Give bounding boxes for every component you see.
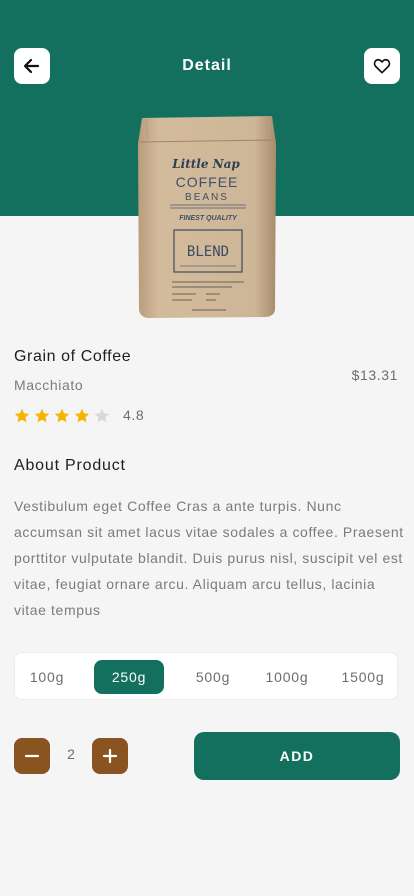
decrease-quantity-button[interactable] xyxy=(14,738,50,774)
size-option-100g[interactable]: 100g xyxy=(15,660,79,694)
size-option-250g[interactable]: 250g xyxy=(94,660,164,694)
size-option-1000g[interactable]: 1000g xyxy=(255,660,319,694)
add-to-cart-button[interactable]: ADD xyxy=(194,732,400,780)
minus-icon xyxy=(24,754,40,758)
about-text: Vestibulum eget Coffee Cras a ante turpi… xyxy=(14,498,404,618)
quantity-value: 2 xyxy=(67,746,75,762)
star-filled-icon xyxy=(74,408,90,423)
size-selector: 100g 250g 500g 1000g 1500g xyxy=(14,652,398,700)
star-filled-icon xyxy=(14,408,30,423)
rating-stars xyxy=(14,408,110,424)
page-title: Detail xyxy=(182,57,232,74)
favorite-button[interactable] xyxy=(364,48,400,84)
size-option-1500g[interactable]: 1500g xyxy=(331,660,395,694)
size-option-500g[interactable]: 500g xyxy=(181,660,245,694)
bag-line2-text: BEANS xyxy=(185,192,229,203)
product-variant: Macchiato xyxy=(14,377,84,393)
star-empty-icon xyxy=(94,408,110,423)
star-filled-icon xyxy=(34,408,50,423)
product-image: Little Nap COFFEE BEANS FINEST QUALITY B… xyxy=(138,116,277,318)
heart-outline-icon xyxy=(373,58,391,74)
star-filled-icon xyxy=(54,408,70,423)
bag-tagline-text: FINEST QUALITY xyxy=(179,215,238,222)
plus-icon xyxy=(102,748,118,764)
bag-line1-text: COFFEE xyxy=(176,174,239,190)
product-price: $13.31 xyxy=(351,367,398,383)
rating-value: 4.8 xyxy=(123,407,145,423)
product-name: Grain of Coffee xyxy=(14,348,132,365)
bag-label-text: BLEND xyxy=(187,244,229,260)
bag-brand-text: Little Nap xyxy=(171,157,240,171)
about-title: About Product xyxy=(14,457,126,474)
increase-quantity-button[interactable] xyxy=(92,738,128,774)
